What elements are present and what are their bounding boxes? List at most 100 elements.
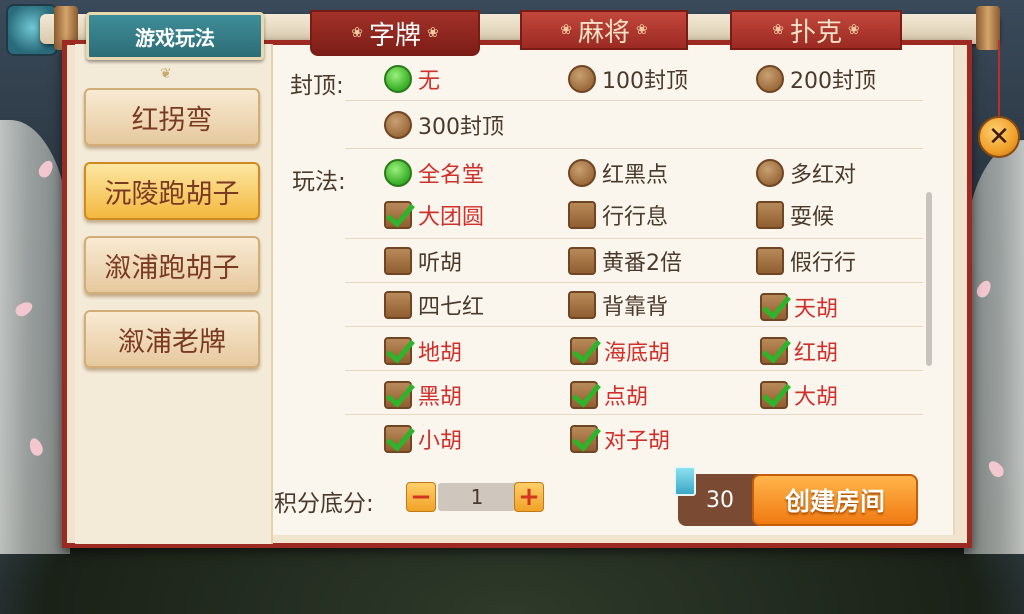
checkbox-icon (384, 201, 412, 229)
option-label: 听胡 (418, 251, 463, 276)
lantern-string (998, 40, 1000, 118)
tab-puke[interactable]: ❀ 扑克 ❀ (730, 10, 902, 50)
option-label: 100封顶 (602, 69, 688, 94)
checkbox-dianhu[interactable]: 点胡 (570, 378, 648, 412)
sidebar-item-label: 溆浦老牌 (118, 326, 226, 358)
checkbox-icon (568, 247, 596, 275)
option-label: 大团圆 (418, 205, 485, 230)
divider (345, 282, 923, 283)
option-label: 地胡 (418, 341, 463, 366)
play-option-duohongdui[interactable]: 多红对 (756, 156, 856, 190)
checkbox-haidihu[interactable]: 海底胡 (570, 334, 670, 368)
tab-zipai[interactable]: ❀ 字牌 ❀ (310, 10, 480, 56)
sidebar-item-label: 溆浦跑胡子 (104, 252, 240, 284)
checkbox-heihu[interactable]: 黑胡 (384, 378, 462, 412)
tab-label: 麻将 (577, 17, 630, 48)
divider (345, 148, 923, 149)
checkbox-icon (384, 291, 412, 319)
checkbox-datuanyuan[interactable]: 大团圆 (384, 198, 484, 232)
score-increase-button[interactable]: + (514, 482, 544, 512)
divider (345, 238, 923, 239)
play-option-hongheidian[interactable]: 红黑点 (568, 156, 668, 190)
page-title: 游戏玩法 (86, 12, 264, 60)
divider (345, 326, 923, 327)
checkbox-dahu[interactable]: 大胡 (760, 378, 838, 412)
radio-icon (568, 65, 596, 93)
curtain-left (0, 120, 70, 554)
checkbox-honghu[interactable]: 红胡 (760, 334, 838, 368)
cap-option-300[interactable]: 300封顶 (384, 108, 504, 142)
sidebar-item-label: 红拐弯 (131, 104, 213, 136)
checkbox-dihu[interactable]: 地胡 (384, 334, 462, 368)
sidebar-item-hongguaiwan[interactable]: 红拐弯 (84, 88, 260, 146)
option-label: 对子胡 (604, 429, 671, 454)
checkbox-tianhu[interactable]: 天胡 (760, 290, 838, 324)
checkbox-icon (568, 291, 596, 319)
score-value: 1 (438, 483, 516, 511)
radio-icon (756, 65, 784, 93)
option-label: 背靠背 (602, 295, 669, 320)
cap-option-200[interactable]: 200封顶 (756, 62, 876, 96)
checkbox-siqihong[interactable]: 四七红 (384, 288, 484, 322)
checkbox-icon (384, 247, 412, 275)
checkbox-icon (756, 201, 784, 229)
close-button[interactable]: ✕ (978, 116, 1020, 158)
option-label: 无 (418, 69, 441, 94)
divider (345, 414, 923, 415)
cap-label: 封顶: (290, 73, 344, 99)
ornament-icon: ❀ (772, 22, 784, 38)
checkbox-xiaohu[interactable]: 小胡 (384, 422, 462, 456)
ornament-icon: ❀ (636, 22, 648, 38)
play-option-quanmingtang[interactable]: 全名堂 (384, 156, 484, 190)
ornament-icon: ❀ (848, 22, 860, 38)
radio-icon (384, 111, 412, 139)
checkbox-beikaobei[interactable]: 背靠背 (568, 288, 668, 322)
checkbox-xingxingxi[interactable]: 行行息 (568, 198, 668, 232)
option-label: 耍候 (790, 205, 835, 230)
option-label: 红黑点 (602, 163, 669, 188)
checkbox-icon (384, 381, 412, 409)
option-label: 天胡 (794, 297, 839, 322)
option-label: 红胡 (794, 341, 839, 366)
curtain-right (964, 140, 1024, 554)
radio-icon (384, 65, 412, 93)
checkbox-icon (384, 425, 412, 453)
option-label: 行行息 (602, 205, 669, 230)
sidebar-item-yuanling-paohuzi[interactable]: 沅陵跑胡子 (84, 162, 260, 220)
sidebar-item-xupu-paohuzi[interactable]: 溆浦跑胡子 (84, 236, 260, 294)
radio-icon (384, 159, 412, 187)
option-label: 点胡 (604, 385, 649, 410)
option-label: 假行行 (790, 251, 857, 276)
option-label: 200封顶 (790, 69, 876, 94)
checkbox-icon (384, 337, 412, 365)
option-label: 大胡 (794, 385, 839, 410)
checkbox-jiaxingxing[interactable]: 假行行 (756, 244, 856, 278)
score-decrease-button[interactable]: − (406, 482, 436, 512)
checkbox-tinghu[interactable]: 听胡 (384, 244, 462, 278)
checkbox-shuahou[interactable]: 耍候 (756, 198, 834, 232)
checkbox-icon (570, 381, 598, 409)
checkbox-icon (760, 293, 788, 321)
checkbox-duizihu[interactable]: 对子胡 (570, 422, 670, 456)
option-label: 全名堂 (418, 163, 485, 188)
checkbox-icon (570, 425, 598, 453)
option-label: 300封顶 (418, 115, 504, 140)
option-label: 黄番2倍 (602, 251, 682, 276)
divider (345, 100, 923, 101)
create-room-button[interactable]: 创建房间 (752, 474, 918, 526)
cap-option-100[interactable]: 100封顶 (568, 62, 688, 96)
ornament-icon: ❀ (560, 22, 572, 38)
sidebar-item-xupu-laopai[interactable]: 溆浦老牌 (84, 310, 260, 368)
create-room-label: 创建房间 (784, 487, 885, 516)
room-card-icon (674, 466, 696, 496)
sidebar-item-label: 沅陵跑胡子 (104, 178, 240, 210)
tab-majiang[interactable]: ❀ 麻将 ❀ (520, 10, 688, 50)
radio-icon (756, 159, 784, 187)
play-label: 玩法: (292, 169, 346, 195)
score-label: 积分底分: (274, 491, 374, 517)
scrollbar[interactable] (926, 192, 932, 366)
checkbox-icon (570, 337, 598, 365)
cap-option-none[interactable]: 无 (384, 62, 440, 96)
scroll-rod-right (976, 6, 1000, 50)
checkbox-huangfan2bei[interactable]: 黄番2倍 (568, 244, 682, 278)
